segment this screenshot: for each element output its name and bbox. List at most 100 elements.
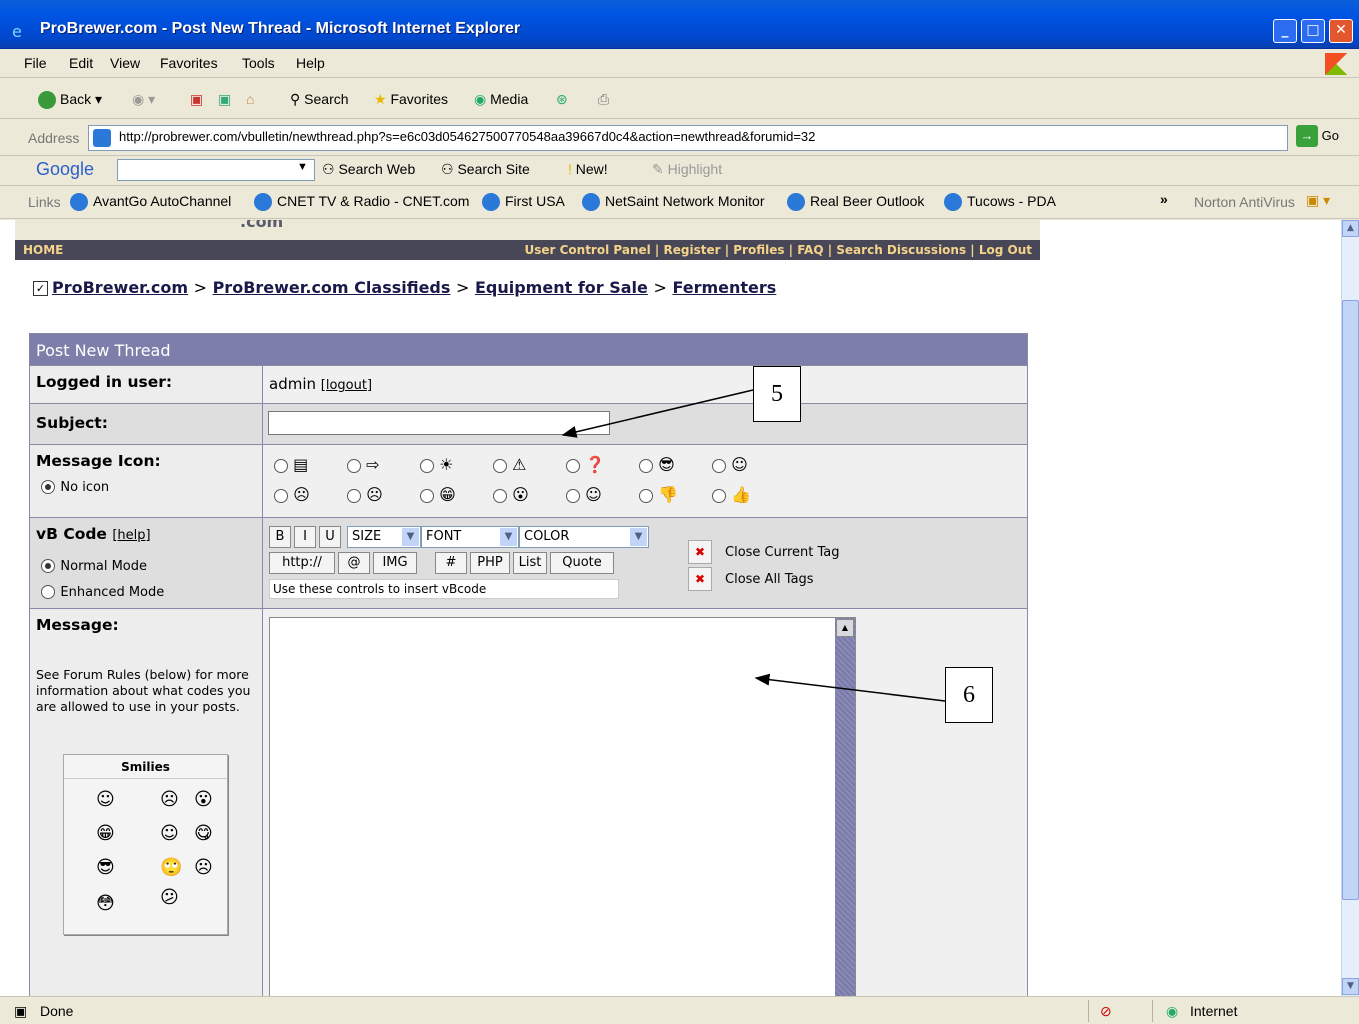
icon-radio[interactable] <box>420 488 434 503</box>
close-current-tag-button[interactable]: ✖ <box>688 540 712 564</box>
icon-option[interactable]: ☹ <box>347 485 383 504</box>
google-dropdown-icon[interactable]: ▼ <box>297 161 308 173</box>
scroll-up-icon[interactable]: ▲ <box>1342 220 1359 237</box>
code-button[interactable]: # <box>435 552 467 574</box>
icon-radio[interactable] <box>639 488 653 503</box>
normal-mode-radio[interactable] <box>41 558 55 573</box>
icon-option[interactable]: 👎 <box>639 485 678 504</box>
google-logo[interactable]: Google <box>36 159 94 180</box>
close-button[interactable]: ✕ <box>1329 19 1353 43</box>
scroll-down-icon[interactable]: ▼ <box>1342 978 1359 995</box>
icon-option[interactable]: 👍 <box>712 485 751 504</box>
icon-radio[interactable] <box>347 458 361 473</box>
frown-icon[interactable]: ☹ <box>160 789 179 810</box>
link-item[interactable]: CNET TV & Radio - CNET.com <box>254 193 469 212</box>
rolleyes-icon[interactable]: 🙄 <box>160 857 182 878</box>
quote-button[interactable]: Quote <box>550 552 614 574</box>
icon-option[interactable]: 😎 <box>639 455 675 474</box>
stop-icon[interactable]: ▣ <box>190 91 203 108</box>
wink-icon[interactable]: ☺ <box>160 823 179 844</box>
email-button[interactable]: @ <box>338 552 370 574</box>
confused-icon[interactable]: 😕 <box>160 887 179 908</box>
icon-option[interactable]: ☺ <box>712 455 748 474</box>
favorites-button[interactable]: ★ Favorites <box>374 91 448 108</box>
link-item[interactable]: Tucows - PDA <box>944 193 1056 212</box>
link-item[interactable]: AvantGo AutoChannel <box>70 193 231 212</box>
icon-option[interactable]: ⚠ <box>493 455 526 474</box>
no-icon-radio[interactable] <box>41 479 55 494</box>
no-icon-option[interactable]: No icon <box>41 477 109 495</box>
url-button[interactable]: http:// <box>269 552 335 574</box>
scroll-up-icon[interactable]: ▲ <box>836 619 854 637</box>
icon-radio[interactable] <box>493 458 507 473</box>
icon-radio[interactable] <box>639 458 653 473</box>
icon-radio[interactable] <box>493 488 507 503</box>
media-button[interactable]: ◉ Media <box>474 91 528 108</box>
refresh-icon[interactable]: ▣ <box>218 91 231 108</box>
icon-option[interactable]: ▤ <box>274 455 308 474</box>
php-button[interactable]: PHP <box>470 552 510 574</box>
icon-option[interactable]: ❓ <box>566 455 605 474</box>
breadcrumb-equipment[interactable]: Equipment for Sale <box>475 278 648 297</box>
icon-radio[interactable] <box>712 458 726 473</box>
normal-mode-option[interactable]: Normal Mode <box>41 556 147 574</box>
img-button[interactable]: IMG <box>373 552 417 574</box>
bold-button[interactable]: B <box>269 526 291 548</box>
breadcrumb-classifieds[interactable]: ProBrewer.com Classifieds <box>213 278 451 297</box>
smile-icon[interactable]: ☺ <box>96 789 115 810</box>
menu-view[interactable]: View <box>110 55 140 71</box>
color-select[interactable]: COLOR ▼ <box>519 526 649 548</box>
surprised-icon[interactable]: 😮 <box>194 789 213 810</box>
home-link[interactable]: HOME <box>23 243 63 257</box>
breadcrumb-home[interactable]: ProBrewer.com <box>52 278 188 297</box>
link-item[interactable]: Real Beer Outlook <box>787 193 924 212</box>
news-button[interactable]: ! New! <box>568 161 608 177</box>
menu-file[interactable]: File <box>24 55 47 71</box>
print-icon[interactable]: ⎙ <box>598 91 609 108</box>
close-all-tags-button[interactable]: ✖ <box>688 567 712 591</box>
icon-option[interactable]: 😮 <box>493 485 529 504</box>
icon-radio[interactable] <box>347 488 361 503</box>
breadcrumb-fermenters[interactable]: Fermenters <box>672 278 776 297</box>
icon-radio[interactable] <box>712 488 726 503</box>
cool-icon[interactable]: 😎 <box>96 857 115 878</box>
menu-help[interactable]: Help <box>296 55 325 71</box>
link-item[interactable]: First USA <box>482 193 565 212</box>
enhanced-mode-option[interactable]: Enhanced Mode <box>41 582 164 600</box>
italic-button[interactable]: I <box>294 526 316 548</box>
subject-input[interactable] <box>268 411 610 435</box>
icon-radio[interactable] <box>274 458 288 473</box>
icon-radio[interactable] <box>566 488 580 503</box>
mad-icon[interactable]: ☹ <box>194 857 213 878</box>
menu-edit[interactable]: Edit <box>69 55 93 71</box>
search-site-button[interactable]: ⚇ Search Site <box>441 161 530 178</box>
tongue-icon[interactable]: 😋 <box>194 823 213 844</box>
minimize-button[interactable]: _ <box>1273 19 1297 43</box>
scroll-thumb[interactable] <box>1342 300 1359 900</box>
links-more-button[interactable]: » <box>1160 191 1168 207</box>
font-select[interactable]: FONT ▼ <box>421 526 519 548</box>
icon-option[interactable]: 😁 <box>420 485 456 504</box>
logout-link[interactable]: [logout] <box>321 378 372 393</box>
icon-radio[interactable] <box>566 458 580 473</box>
back-button[interactable]: Back ▾ <box>38 91 102 110</box>
icon-radio[interactable] <box>420 458 434 473</box>
search-web-button[interactable]: ⚇ Search Web <box>322 161 415 178</box>
go-button[interactable]: → Go <box>1296 125 1356 151</box>
google-search-input[interactable] <box>117 159 315 181</box>
list-button[interactable]: List <box>513 552 547 574</box>
user-nav-links[interactable]: User Control Panel | Register | Profiles… <box>524 243 1032 257</box>
page-scrollbar[interactable]: ▲ ▼ <box>1341 220 1359 996</box>
icon-radio[interactable] <box>274 488 288 503</box>
search-button[interactable]: ⚲ Search <box>290 91 349 108</box>
grin-icon[interactable]: 😁 <box>96 823 115 844</box>
home-icon[interactable]: ⌂ <box>246 91 254 107</box>
icon-option[interactable]: ☀ <box>420 455 453 474</box>
icon-option[interactable]: ⇨ <box>347 455 380 474</box>
icon-option[interactable]: ☹ <box>274 485 310 504</box>
history-icon[interactable]: ⊛ <box>556 91 568 108</box>
forward-button[interactable]: ◉ ▾ <box>132 91 155 108</box>
menu-favorites[interactable]: Favorites <box>160 55 218 71</box>
menu-tools[interactable]: Tools <box>242 55 275 71</box>
size-select[interactable]: SIZE ▼ <box>347 526 421 548</box>
